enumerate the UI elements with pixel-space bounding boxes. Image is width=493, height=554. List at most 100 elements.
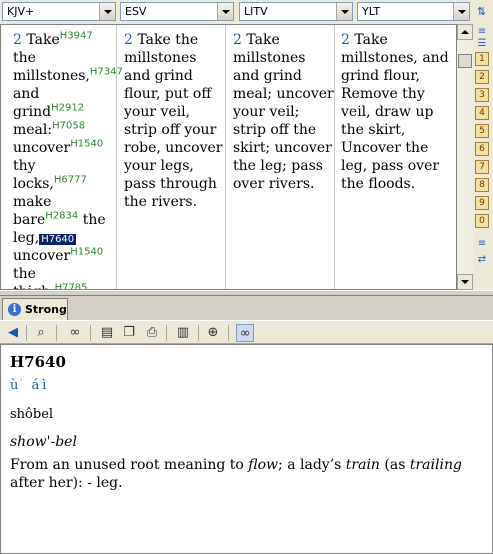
strong-number-link[interactable]: H7347 [90,66,123,77]
kjv-word: and grind [13,86,52,120]
parallel-text-area: 2 TakeH3947 the millstones,H7347 and gri… [0,24,457,290]
print-icon[interactable]: ⎙ [143,324,161,342]
list-icon[interactable]: ≡ [475,238,489,250]
right-sidebar: ≡ ☰ 1 2 3 4 5 6 7 8 9 0 ≡ ⇄ [457,24,493,290]
version-select-1[interactable]: KJV+ [2,2,116,21]
version-selector-bar: KJV+ ESV LITV YLT ⇅ [0,0,493,24]
back-arrow-icon[interactable]: ◀ [4,324,22,342]
pane-divider [334,25,335,289]
strong-number-link[interactable]: H7640 [39,234,77,245]
esv-verse-text: Take the millstones and grind flour, put… [124,32,223,210]
strong-number-link[interactable]: H1540 [70,246,103,257]
kjv-word: meal: [13,122,53,138]
history-slot-icon[interactable]: 5 [475,124,489,138]
verse-number[interactable]: 2 [233,32,242,48]
history-slot-icon[interactable]: 8 [475,178,489,192]
strong-number-link[interactable]: H2912 [51,102,84,113]
kjv-word: Take [26,32,60,48]
version-select-3[interactable]: LITV [239,2,353,21]
verse-number[interactable]: 2 [13,32,22,48]
toolbar-separator [166,325,167,341]
lookup-icon[interactable]: ⌕ [32,324,50,342]
scroll-up-button[interactable] [457,24,473,40]
kjv-word: the millstones, [13,50,90,84]
definition-fragment: train [345,457,380,473]
pane-ylt[interactable]: 2 Take millstones, and grind flour, Remo… [341,31,449,289]
strong-number-link[interactable]: H6777 [54,174,87,185]
strong-number-link[interactable]: H7058 [52,120,85,131]
document-icon[interactable]: ▤ [98,324,116,342]
list-icon[interactable]: ≡ [475,26,489,38]
litv-verse-text: Take millstones and grind meal; uncover … [233,32,334,192]
strong-number-link[interactable]: H2834 [45,210,78,221]
definition-fragment: ; a lady’s [278,457,346,473]
strong-pronunciation: show'-bel [10,434,77,450]
version-select-1-value: KJV+ [7,5,35,18]
toolbar-separator [228,325,229,341]
kjv-word: uncover [13,248,71,264]
toolbar-separator [198,325,199,341]
toolbar-separator [56,325,57,341]
tab-row: i Strong [0,296,493,320]
strong-number-link[interactable]: H3947 [60,30,93,41]
pane-litv[interactable]: 2 Take millstones and grind meal; uncove… [233,31,335,289]
tab-strong[interactable]: i Strong [2,298,68,320]
zoom-icon[interactable]: ⊕ [204,324,222,342]
swap-icon[interactable]: ⇄ [475,254,489,266]
pane-divider [116,25,117,289]
version-select-4-value: YLT [362,5,381,18]
history-slot-icon[interactable]: 3 [475,88,489,102]
copy-icon[interactable]: ❐ [120,324,138,342]
vertical-scrollbar[interactable] [457,24,473,290]
strong-definition: From an unused root meaning to flow; a l… [10,456,480,492]
chevron-down-icon[interactable] [217,3,233,20]
verse-number[interactable]: 2 [124,32,133,48]
strong-hebrew: ùׁ áì [10,378,50,393]
version-select-2-value: ESV [125,5,147,18]
definition-fragment: trailing [409,457,462,473]
toolbar-separator [90,325,91,341]
history-slot-icon[interactable]: 6 [475,142,489,156]
kjv-verse-text: TakeH3947 the millstones,H7347 and grind… [13,30,123,289]
verse-number[interactable]: 2 [341,32,350,48]
chevron-down-icon[interactable] [453,3,469,20]
link-icon[interactable]: ∞ [236,324,254,342]
sync-icon[interactable]: ⇅ [472,2,491,22]
history-slot-icon[interactable]: 4 [475,106,489,120]
history-slot-icon[interactable]: 9 [475,196,489,210]
definition-fragment: flow [248,457,279,473]
kjv-word: thy locks, [13,158,54,192]
strong-toolbar: ◀ ⌕ ∞ ▤ ❐ ⎙ ▥ ⊕ ∞ [0,320,493,344]
scroll-thumb[interactable] [458,54,472,68]
info-icon: i [8,303,21,316]
definition-fragment: after her): - leg. [10,475,123,491]
pane-divider [225,25,226,289]
strong-transliteration: shôbel [10,407,54,422]
history-slot-icon[interactable]: 2 [475,70,489,84]
toolbar-separator [26,325,27,341]
history-slot-icon[interactable]: 0 [475,214,489,228]
menu-icon[interactable]: ☰ [475,38,489,50]
strong-number-link[interactable]: H1540 [70,138,103,149]
chevron-down-icon[interactable] [336,3,352,20]
history-slot-icon[interactable]: 7 [475,160,489,174]
definition-fragment: (as [379,457,410,473]
tab-strong-label: Strong [25,303,67,316]
definition-fragment: From an unused root meaning to [10,457,249,473]
pane-esv[interactable]: 2 Take the millstones and grind flour, p… [124,31,226,289]
version-select-3-value: LITV [244,5,268,18]
book-icon[interactable]: ▥ [174,324,192,342]
chevron-down-icon[interactable] [99,3,115,20]
binoculars-icon[interactable]: ∞ [66,324,84,342]
version-select-4[interactable]: YLT [357,2,470,21]
strong-number: H7640 [10,353,66,371]
strong-definition-pane: H7640 ùׁ áì shôbel show'-bel From an unu… [0,344,493,554]
version-select-2[interactable]: ESV [120,2,234,21]
pane-kjv[interactable]: 2 TakeH3947 the millstones,H7347 and gri… [13,31,123,289]
scroll-down-button[interactable] [457,274,473,290]
kjv-word: uncover [13,140,71,156]
history-slot-icon[interactable]: 1 [475,52,489,66]
kjv-word: the thigh, [13,266,55,289]
ylt-verse-text: Take millstones, and grind flour, Remove… [341,32,449,192]
strong-number-link[interactable]: H7785 [55,282,88,289]
